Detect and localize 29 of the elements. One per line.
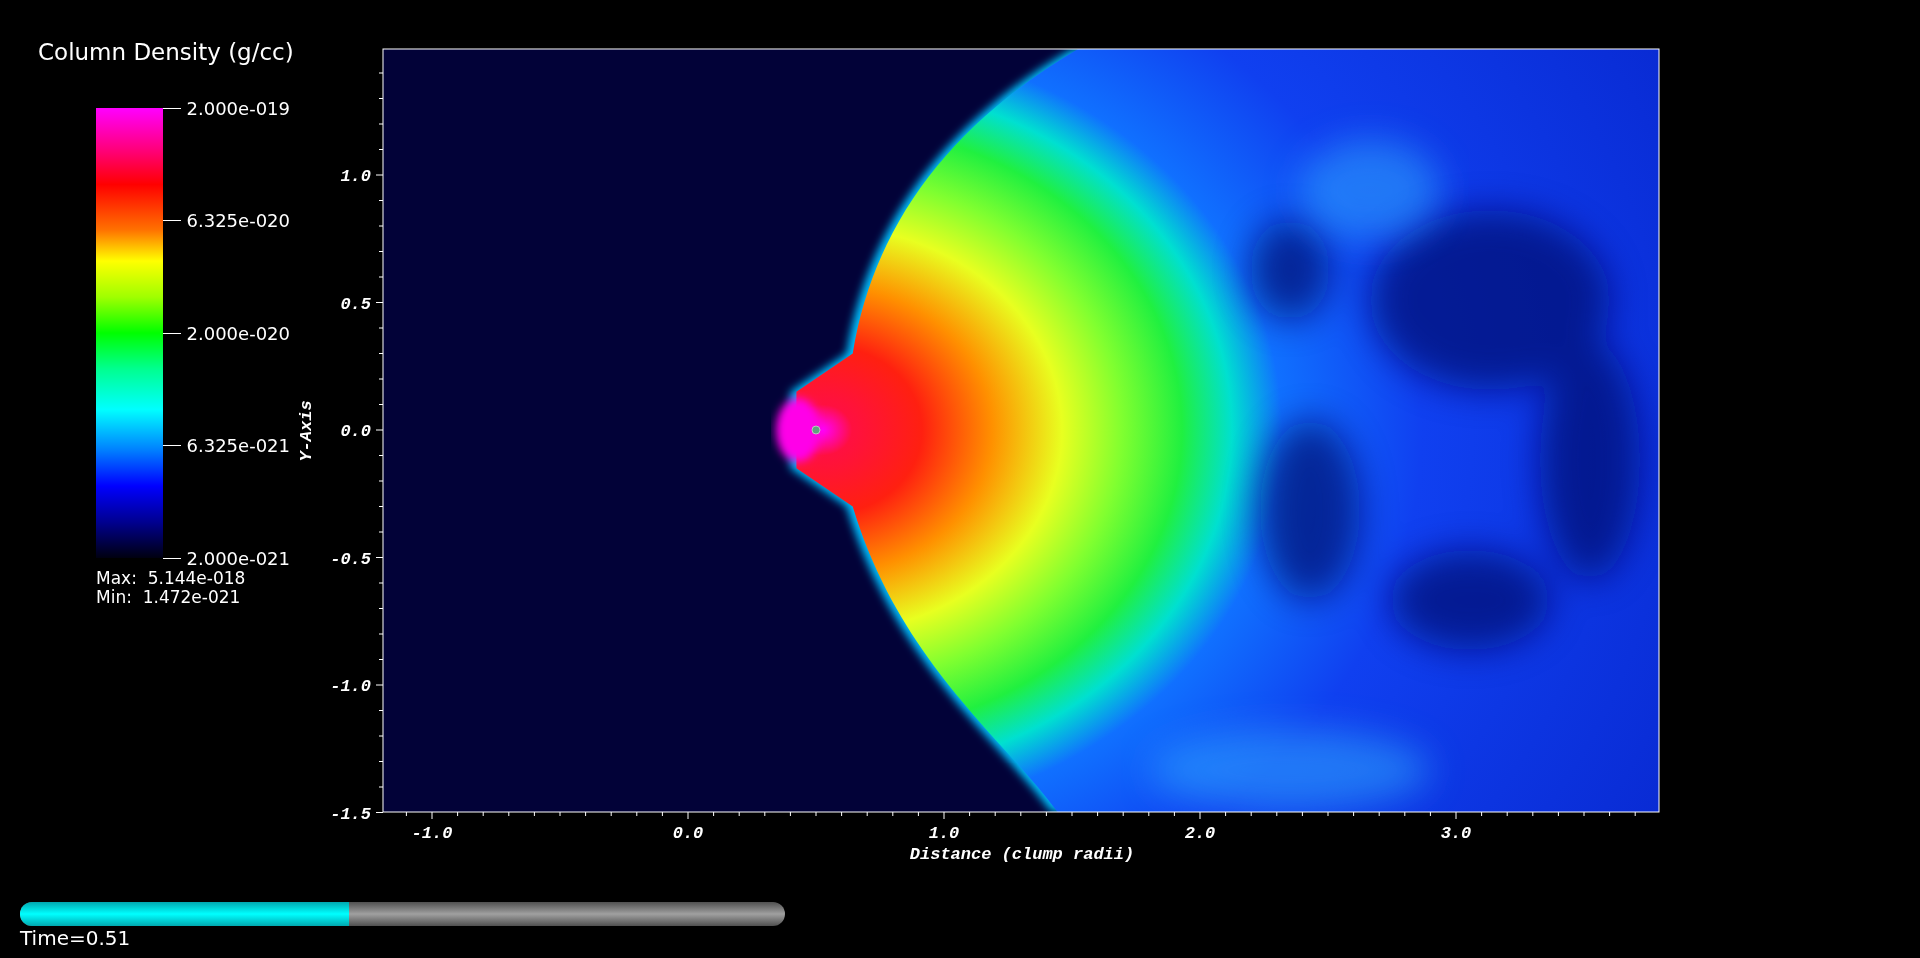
- y-tick-label: -1.5: [330, 804, 371, 824]
- legend-tick-label: 6.325e-020: [186, 210, 290, 231]
- legend-title: Column Density (g/cc): [38, 38, 290, 66]
- tick-mark: [162, 332, 181, 334]
- y-axis-title: Y-Axis: [297, 400, 316, 462]
- min-value: Min: 1.472e-021: [96, 588, 242, 607]
- time-label: Time=0.51: [20, 926, 132, 950]
- y-tick-label: 0.5: [340, 294, 371, 314]
- y-tick-label: 0.0: [340, 422, 371, 441]
- legend-tick-label: 6.325e-021: [186, 435, 290, 456]
- time-slider[interactable]: [20, 902, 785, 926]
- legend-tick-label: 2.000e-021: [186, 547, 290, 569]
- y-tick-label: 1.0: [340, 167, 371, 186]
- x-axis-title: Distance (clump radii): [909, 845, 1135, 864]
- tick-mark: [162, 107, 181, 109]
- tick-mark: [162, 445, 181, 446]
- x-tick-label: 0.0: [672, 824, 704, 843]
- legend-tick-label: 2.000e-020: [186, 322, 290, 344]
- x-tick-label: 1.0: [928, 824, 960, 843]
- y-tick-label: -0.5: [330, 549, 371, 569]
- tick-mark: [162, 220, 181, 221]
- y-tick-label: -1.0: [330, 677, 371, 696]
- x-tick-label: 2.0: [1184, 824, 1216, 843]
- max-value: Max: 5.144e-018: [96, 569, 247, 588]
- dense-clump-drawing: [776, 398, 821, 462]
- tick-mark: [162, 557, 181, 559]
- x-tick-label: 3.0: [1440, 824, 1472, 843]
- legend-tick-label: 2.000e-019: [186, 97, 290, 119]
- x-tick-label: -1.0: [411, 824, 453, 843]
